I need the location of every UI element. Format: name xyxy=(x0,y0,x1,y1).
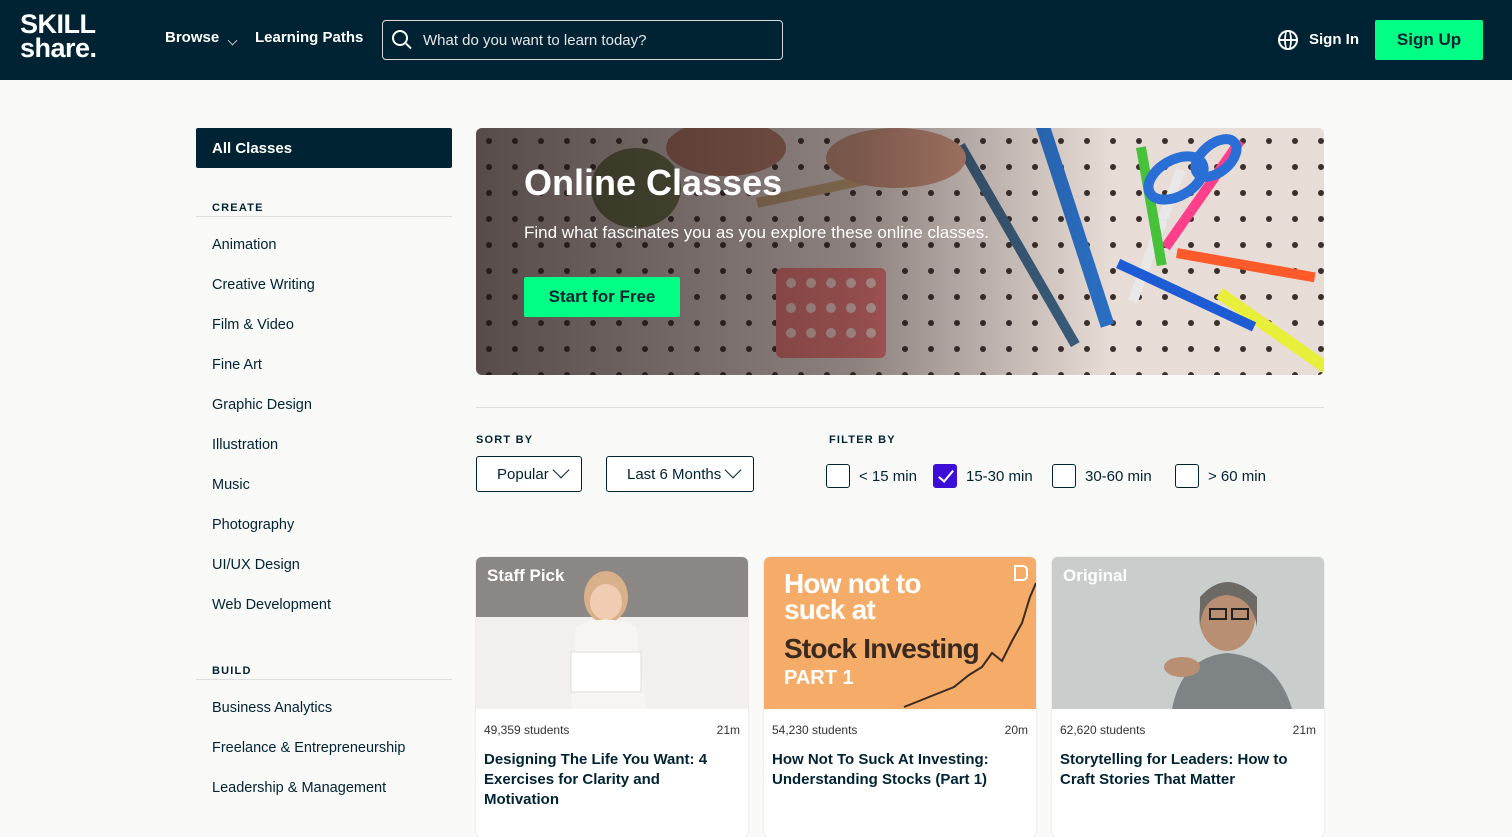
filter-under-15[interactable]: < 15 min xyxy=(826,464,917,488)
skillshare-logo[interactable]: SKILL share. xyxy=(20,11,130,68)
sort-popular-value: Popular xyxy=(497,465,549,483)
section-title-build: BUILD xyxy=(196,665,452,680)
learning-paths-link[interactable]: Learning Paths xyxy=(255,29,363,46)
browse-menu[interactable]: Browse xyxy=(165,29,238,46)
sidebar-item-music[interactable]: Music xyxy=(196,465,452,505)
class-title[interactable]: How Not To Suck At Investing: Understand… xyxy=(772,750,1012,790)
filter-over-60[interactable]: > 60 min xyxy=(1175,464,1266,488)
sort-popular-dropdown[interactable]: Popular xyxy=(476,456,582,492)
chevron-down-icon xyxy=(227,35,238,46)
sidebar-item-ui-ux-design[interactable]: UI/UX Design xyxy=(196,545,452,585)
search-bar[interactable] xyxy=(382,20,783,60)
sign-in-link[interactable]: Sign In xyxy=(1309,31,1359,48)
create-category-list: Animation Creative Writing Film & Video … xyxy=(196,225,452,625)
sort-period-value: Last 6 Months xyxy=(627,465,722,483)
sidebar-item-leadership-management[interactable]: Leadership & Management xyxy=(196,768,452,808)
sidebar-item-photography[interactable]: Photography xyxy=(196,505,452,545)
sidebar-item-web-development[interactable]: Web Development xyxy=(196,585,452,625)
search-input[interactable] xyxy=(423,31,763,49)
student-count: 54,230 students xyxy=(772,723,858,737)
hero-title: Online Classes xyxy=(524,162,783,203)
class-title[interactable]: Designing The Life You Want: 4 Exercises… xyxy=(484,750,724,810)
card-meta: 62,620 students 21m xyxy=(1060,723,1316,737)
class-card[interactable]: Original 62,620 students 21m Storytellin… xyxy=(1052,557,1324,837)
category-sidebar: All Classes CREATE Animation Creative Wr… xyxy=(196,128,452,808)
section-title-create: CREATE xyxy=(196,202,452,217)
class-card[interactable]: Staff Pick 49,359 students 21m Designing… xyxy=(476,557,748,837)
filter-30-60[interactable]: 30-60 min xyxy=(1052,464,1152,488)
brand-mark-icon xyxy=(1014,565,1028,581)
filter-label-text: 30-60 min xyxy=(1085,467,1152,485)
checkbox-checked[interactable] xyxy=(933,464,957,488)
class-duration: 21m xyxy=(1292,723,1316,737)
globe-icon[interactable] xyxy=(1278,30,1298,50)
class-thumbnail: How not to suck at Stock Investing PART … xyxy=(764,557,1036,709)
card-meta: 54,230 students 20m xyxy=(772,723,1028,737)
class-card[interactable]: How not to suck at Stock Investing PART … xyxy=(764,557,1036,837)
class-duration: 21m xyxy=(716,723,740,737)
checkbox[interactable] xyxy=(1052,464,1076,488)
top-nav: SKILL share. Browse Learning Paths Sign … xyxy=(0,0,1512,80)
thumb-subheadline: Stock Investing xyxy=(784,633,980,664)
sidebar-item-animation[interactable]: Animation xyxy=(196,225,452,265)
filter-label-text: < 15 min xyxy=(859,467,917,485)
student-count: 49,359 students xyxy=(484,723,570,737)
thumb-part: PART 1 xyxy=(784,667,854,689)
sidebar-item-creative-writing[interactable]: Creative Writing xyxy=(196,265,452,305)
sort-period-dropdown[interactable]: Last 6 Months xyxy=(606,456,754,492)
chevron-down-icon xyxy=(552,461,570,479)
original-badge: Original xyxy=(1063,566,1128,585)
search-icon xyxy=(391,29,413,51)
sort-by-label: SORT BY xyxy=(476,434,534,446)
filter-label-text: 15-30 min xyxy=(966,467,1033,485)
logo-line-2: share. xyxy=(20,33,97,63)
browse-label: Browse xyxy=(165,29,220,46)
sidebar-item-freelance-entrepreneurship[interactable]: Freelance & Entrepreneurship xyxy=(196,728,452,768)
divider xyxy=(476,407,1324,408)
sidebar-item-illustration[interactable]: Illustration xyxy=(196,425,452,465)
all-classes-button[interactable]: All Classes xyxy=(196,128,452,168)
class-thumbnail: Original xyxy=(1052,557,1324,709)
filter-label-text: > 60 min xyxy=(1208,467,1266,485)
checkbox[interactable] xyxy=(826,464,850,488)
hero-banner: Online Classes Find what fascinates you … xyxy=(476,128,1324,375)
hero-subtitle: Find what fascinates you as you explore … xyxy=(524,223,989,242)
staff-pick-badge: Staff Pick xyxy=(487,566,565,585)
class-duration: 20m xyxy=(1004,723,1028,737)
build-category-list: Business Analytics Freelance & Entrepren… xyxy=(196,688,452,808)
class-title[interactable]: Storytelling for Leaders: How to Craft S… xyxy=(1060,750,1300,790)
sidebar-item-business-analytics[interactable]: Business Analytics xyxy=(196,688,452,728)
checkbox[interactable] xyxy=(1175,464,1199,488)
filter-by-label: FILTER BY xyxy=(829,434,896,446)
sign-up-button[interactable]: Sign Up xyxy=(1375,20,1483,60)
chevron-down-icon xyxy=(724,461,742,479)
filter-15-30[interactable]: 15-30 min xyxy=(933,464,1033,488)
card-meta: 49,359 students 21m xyxy=(484,723,740,737)
start-for-free-button[interactable]: Start for Free xyxy=(524,277,680,317)
sidebar-item-film-video[interactable]: Film & Video xyxy=(196,305,452,345)
sidebar-item-fine-art[interactable]: Fine Art xyxy=(196,345,452,385)
thumb-headline: How not to suck at xyxy=(784,568,921,625)
student-count: 62,620 students xyxy=(1060,723,1146,737)
sidebar-item-graphic-design[interactable]: Graphic Design xyxy=(196,385,452,425)
class-thumbnail: Staff Pick xyxy=(476,557,748,709)
